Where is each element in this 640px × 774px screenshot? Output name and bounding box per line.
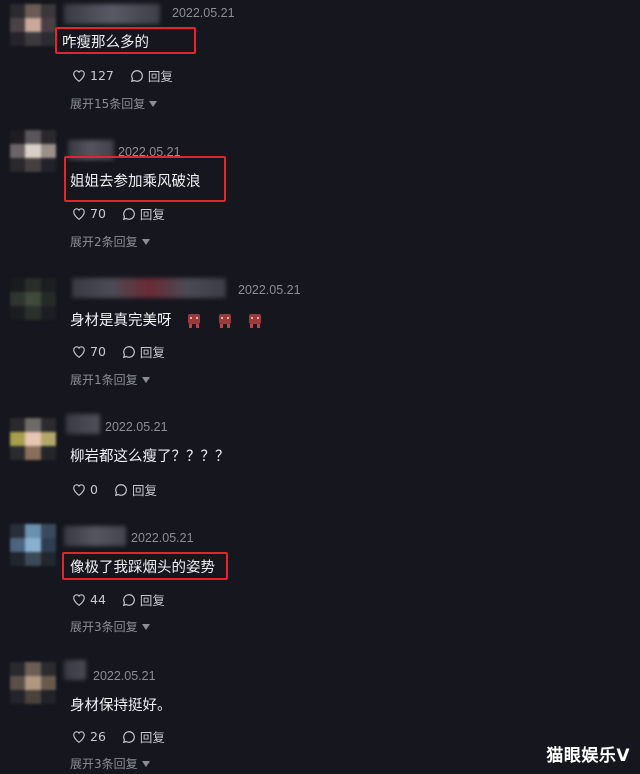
comment-bubble-icon bbox=[130, 69, 143, 82]
username[interactable] bbox=[64, 660, 86, 680]
reply-button[interactable]: 回复 bbox=[122, 204, 165, 223]
heart-icon bbox=[73, 346, 85, 358]
reply-button[interactable]: 回复 bbox=[130, 66, 173, 85]
comment-item: 2022.05.21 姐姐去参加乘风破浪 70 回复 展开2条回复 bbox=[0, 124, 640, 262]
like-count: 70 bbox=[90, 344, 106, 359]
like-button[interactable]: 70 bbox=[72, 206, 106, 221]
reply-button[interactable]: 回复 bbox=[114, 480, 157, 499]
like-button[interactable]: 0 bbox=[72, 482, 98, 497]
chevron-down-icon bbox=[141, 760, 150, 767]
comment-date: 2022.05.21 bbox=[105, 420, 168, 434]
crying-emoji-icon bbox=[249, 314, 262, 328]
comment-text: 咋瘦那么多的 bbox=[62, 35, 149, 51]
comment-item: 2022.05.21 像极了我踩烟头的姿势 44 回复 展开3条回复 bbox=[0, 514, 640, 654]
heart-icon bbox=[73, 594, 85, 606]
comment-text: 姐姐去参加乘风破浪 bbox=[70, 174, 201, 190]
username[interactable] bbox=[66, 414, 100, 434]
reply-label: 回复 bbox=[139, 207, 165, 222]
comment-date: 2022.05.21 bbox=[131, 531, 194, 545]
reply-button[interactable]: 回复 bbox=[122, 342, 165, 361]
comment-bubble-icon bbox=[122, 345, 135, 358]
heart-icon bbox=[73, 484, 85, 496]
comment-actions: 70 回复 bbox=[72, 204, 181, 223]
comment-date: 2022.05.21 bbox=[238, 283, 301, 297]
expand-replies[interactable]: 展开1条回复 bbox=[70, 371, 150, 388]
expand-replies-label: 展开1条回复 bbox=[70, 373, 138, 387]
comment-item: 2022.05.21 咋瘦那么多的 127 回复 展开15条回复 bbox=[0, 0, 640, 120]
reply-label: 回复 bbox=[139, 345, 165, 360]
crying-emoji-icon bbox=[218, 314, 231, 328]
comment-text-content: 身材是真完美呀 bbox=[70, 313, 172, 329]
reply-label: 回复 bbox=[139, 730, 165, 745]
comment-bubble-icon bbox=[122, 593, 135, 606]
like-button[interactable]: 70 bbox=[72, 344, 106, 359]
avatar[interactable] bbox=[10, 662, 56, 704]
reply-label: 回复 bbox=[131, 483, 157, 498]
like-count: 70 bbox=[90, 206, 106, 221]
comment-bubble-icon bbox=[114, 483, 127, 496]
chevron-down-icon bbox=[149, 100, 158, 107]
comment-actions: 26 回复 bbox=[72, 727, 181, 746]
like-button[interactable]: 127 bbox=[72, 68, 114, 83]
comment-text: 身材保持挺好。 bbox=[70, 698, 172, 714]
reply-button[interactable]: 回复 bbox=[122, 727, 165, 746]
chevron-down-icon bbox=[141, 376, 150, 383]
comment-actions: 44 回复 bbox=[72, 590, 181, 609]
avatar[interactable] bbox=[10, 418, 56, 460]
chevron-down-icon bbox=[141, 238, 150, 245]
expand-replies[interactable]: 展开15条回复 bbox=[70, 95, 158, 112]
watermark: 猫眼娱乐V bbox=[546, 746, 630, 766]
reply-label: 回复 bbox=[139, 593, 165, 608]
reply-label: 回复 bbox=[147, 69, 173, 84]
comment-date: 2022.05.21 bbox=[172, 6, 235, 20]
like-count: 0 bbox=[90, 482, 98, 497]
heart-icon bbox=[73, 208, 85, 220]
username[interactable] bbox=[64, 526, 126, 546]
heart-icon bbox=[73, 731, 85, 743]
expand-replies[interactable]: 展开2条回复 bbox=[70, 233, 150, 250]
expand-replies-label: 展开3条回复 bbox=[70, 757, 138, 771]
avatar[interactable] bbox=[10, 524, 56, 566]
comment-text: 身材是真完美呀 bbox=[70, 309, 263, 330]
comment-item: 2022.05.21 身材保持挺好。 26 回复 展开3条回复 bbox=[0, 654, 640, 774]
comment-actions: 127 回复 bbox=[72, 66, 189, 85]
comment-bubble-icon bbox=[122, 207, 135, 220]
expand-replies-label: 展开2条回复 bbox=[70, 235, 138, 249]
comment-item: 2022.05.21 身材是真完美呀 70 回复 展开1条回复 bbox=[0, 266, 640, 404]
comment-text: 像极了我踩烟头的姿势 bbox=[70, 560, 215, 576]
avatar[interactable] bbox=[10, 130, 56, 172]
comment-bubble-icon bbox=[122, 730, 135, 743]
expand-replies-label: 展开15条回复 bbox=[70, 97, 146, 111]
expand-replies-label: 展开3条回复 bbox=[70, 620, 138, 634]
avatar[interactable] bbox=[10, 278, 56, 320]
comment-text: 柳岩都这么瘦了？？？？ bbox=[70, 449, 230, 465]
heart-icon bbox=[73, 70, 85, 82]
username[interactable] bbox=[64, 4, 160, 24]
username[interactable] bbox=[72, 278, 226, 298]
reply-button[interactable]: 回复 bbox=[122, 590, 165, 609]
crying-emoji-icon bbox=[188, 314, 201, 328]
comment-actions: 0 回复 bbox=[72, 480, 173, 499]
comment-item: 2022.05.21 柳岩都这么瘦了？？？？ 0 回复 bbox=[0, 404, 640, 514]
expand-replies[interactable]: 展开3条回复 bbox=[70, 618, 150, 635]
chevron-down-icon bbox=[141, 623, 150, 630]
like-button[interactable]: 26 bbox=[72, 729, 106, 744]
like-count: 127 bbox=[90, 68, 114, 83]
avatar[interactable] bbox=[10, 4, 56, 46]
comment-date: 2022.05.21 bbox=[93, 669, 156, 683]
like-count: 26 bbox=[90, 729, 106, 744]
comment-actions: 70 回复 bbox=[72, 342, 181, 361]
like-count: 44 bbox=[90, 592, 106, 607]
expand-replies[interactable]: 展开3条回复 bbox=[70, 755, 150, 772]
like-button[interactable]: 44 bbox=[72, 592, 106, 607]
